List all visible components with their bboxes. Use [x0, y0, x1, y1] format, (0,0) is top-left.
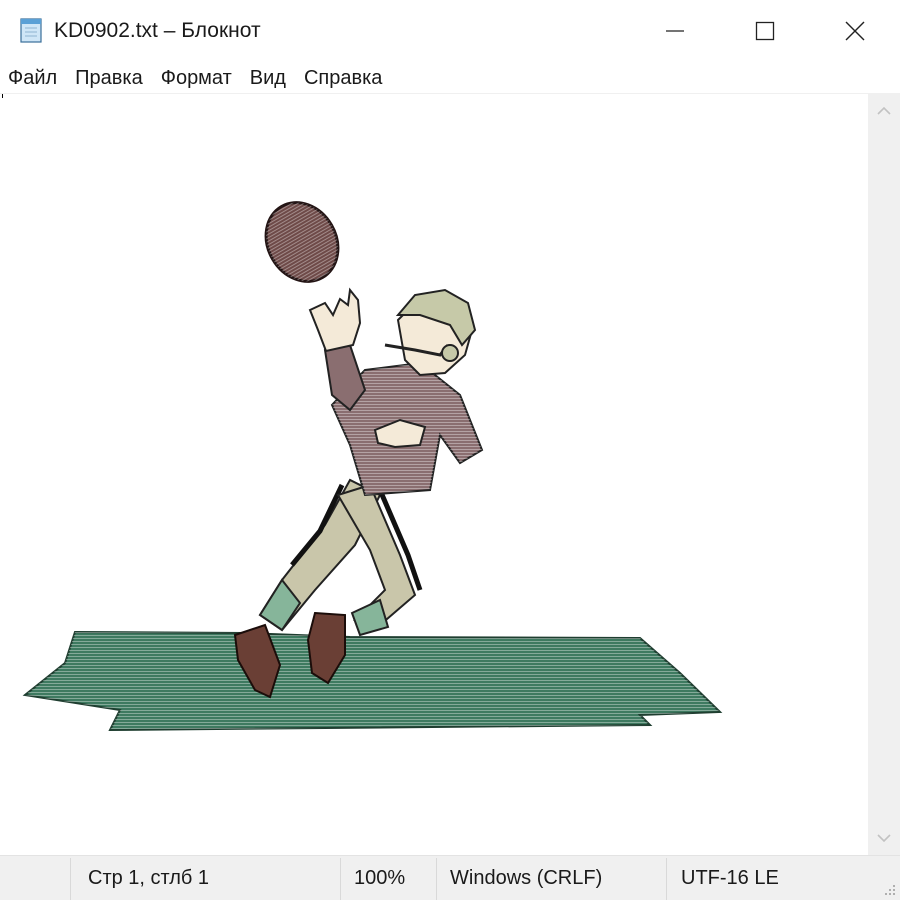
chevron-down-icon — [877, 834, 891, 843]
notepad-window: KD0902.txt – Блокнот Файл Правка Формат … — [0, 0, 900, 900]
notepad-icon — [20, 18, 42, 43]
football — [264, 201, 340, 283]
text-caret — [2, 94, 3, 98]
player-head — [384, 288, 477, 377]
close-icon — [845, 21, 865, 41]
player-raised-arm — [308, 287, 367, 412]
menu-help[interactable]: Справка — [295, 63, 391, 93]
football-player-illustration — [22, 201, 723, 732]
status-bar: Стр 1, стлб 1 100% Windows (CRLF) UTF-16… — [0, 855, 900, 900]
scroll-down-button[interactable] — [868, 821, 900, 855]
menu-edit[interactable]: Правка — [66, 63, 152, 93]
scroll-up-button[interactable] — [868, 94, 900, 128]
minimize-button[interactable] — [630, 0, 720, 62]
zoom-level: 100% — [354, 867, 406, 889]
status-divider — [70, 858, 71, 900]
resize-grip-icon[interactable] — [882, 882, 896, 896]
encoding: UTF-16 LE — [681, 867, 779, 889]
maximize-button[interactable] — [720, 0, 810, 62]
status-divider — [666, 858, 667, 900]
menu-bar: Файл Правка Формат Вид Справка — [0, 62, 900, 93]
chevron-up-icon — [877, 106, 891, 115]
status-divider — [436, 858, 437, 900]
line-endings: Windows (CRLF) — [450, 867, 603, 889]
menu-view[interactable]: Вид — [241, 63, 295, 93]
title-bar[interactable]: KD0902.txt – Блокнот — [0, 0, 900, 62]
menu-file[interactable]: Файл — [0, 63, 66, 93]
vertical-scrollbar[interactable] — [868, 94, 900, 855]
status-divider — [340, 858, 341, 900]
menu-format[interactable]: Формат — [152, 63, 241, 93]
minimize-icon — [666, 30, 684, 32]
maximize-icon — [755, 21, 775, 41]
close-button[interactable] — [810, 0, 900, 62]
window-title: KD0902.txt – Блокнот — [54, 19, 261, 42]
grass-field — [22, 630, 723, 732]
cursor-position: Стр 1, стлб 1 — [88, 867, 210, 889]
